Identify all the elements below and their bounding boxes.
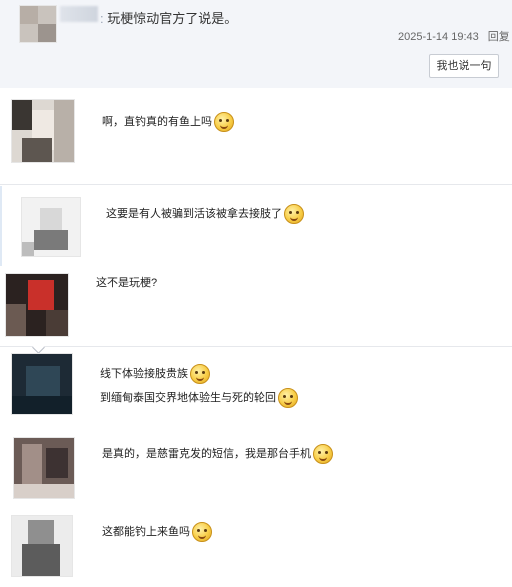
smiley-emoji-icon <box>214 112 234 132</box>
comment-body: 这都能钓上来鱼吗 <box>102 525 190 538</box>
comment-body: 到缅甸泰国交界地体验生与死的轮回 <box>100 391 276 404</box>
comment-text: 这都能钓上来鱼吗 <box>102 522 212 542</box>
comment-body: 线下体验接肢贵族 <box>100 367 188 380</box>
timestamp: 2025-1-14 19:43 <box>398 31 479 43</box>
avatar[interactable] <box>22 198 80 256</box>
reply-text: 玩梗惊动官方了说是。 <box>107 11 238 26</box>
comment-body: 这不是玩梗? <box>96 277 158 289</box>
smiley-emoji-icon <box>192 522 212 542</box>
comment-body: 是真的，是慈雷克发的短信，我是那台手机 <box>102 447 311 460</box>
comment-text: 是真的，是慈雷克发的短信，我是那台手机 <box>102 444 333 464</box>
comment-text: 啊，直钓真的有鱼上吗 <box>102 112 234 132</box>
thread-line <box>0 186 2 266</box>
divider <box>0 184 512 185</box>
comment-body: 啊，直钓真的有鱼上吗 <box>102 115 212 128</box>
avatar[interactable] <box>12 516 72 576</box>
chevron-down-icon[interactable] <box>32 341 45 354</box>
avatar[interactable] <box>6 274 68 336</box>
reply-username-suffix: : <box>100 11 104 26</box>
say-something-button[interactable]: 我也说一句 <box>429 54 499 78</box>
smiley-emoji-icon <box>190 364 210 384</box>
avatar[interactable] <box>12 354 72 414</box>
comment-text: 到缅甸泰国交界地体验生与死的轮回 <box>100 388 298 408</box>
divider <box>0 346 512 347</box>
avatar[interactable] <box>12 100 74 162</box>
top-reply-block: : 玩梗惊动官方了说是。 2025-1-14 19:43 回复 我也说一句 <box>0 0 512 88</box>
comment-body: 这要是有人被骗到活该被拿去接肢了 <box>106 207 282 220</box>
smiley-emoji-icon <box>313 444 333 464</box>
reply-meta: 2025-1-14 19:43 回复 <box>398 28 510 44</box>
reply-username-blur[interactable] <box>60 6 98 22</box>
avatar[interactable] <box>20 6 56 42</box>
avatar[interactable] <box>14 438 74 498</box>
comment-text: 这要是有人被骗到活该被拿去接肢了 <box>106 204 304 224</box>
smiley-emoji-icon <box>284 204 304 224</box>
reply-link[interactable]: 回复 <box>488 31 510 43</box>
reply-line: : 玩梗惊动官方了说是。 <box>100 8 237 27</box>
smiley-emoji-icon <box>278 388 298 408</box>
comment-text: 这不是玩梗? <box>96 274 157 292</box>
comment-text: 线下体验接肢贵族 <box>100 364 210 384</box>
